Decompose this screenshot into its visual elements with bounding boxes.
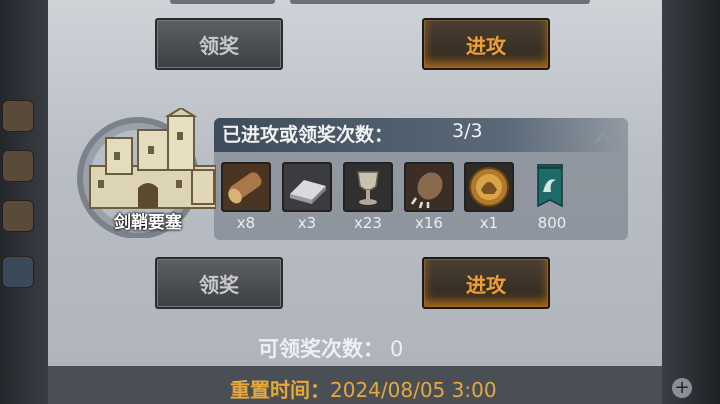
attack-button[interactable]: 进攻 [422,257,550,309]
reset-time: 重置时间：2024/08/05 3:00 [230,374,497,403]
expand-arrow-icon[interactable] [590,124,616,150]
map-icon[interactable] [2,150,34,182]
plus-icon[interactable]: + [672,378,692,398]
reset-time-label: 重置时间： [230,378,330,402]
available-claims-value: 0 [390,337,404,361]
previous-row-edge [170,0,640,6]
claim-button[interactable]: 领奖 [155,257,283,309]
goblet-icon[interactable] [343,162,393,212]
guild-banner-qty: 800 [537,214,567,232]
attack-button-label: 进攻 [466,33,506,58]
stronghold-name: 剑鞘要塞 [114,213,182,233]
wood-log-icon[interactable] [221,162,271,212]
right-sidebar [662,0,720,404]
iron-bar-icon[interactable] [282,162,332,212]
attack-button-top[interactable]: 进攻 [422,18,550,70]
reset-time-value: 2024/08/05 3:00 [330,378,497,402]
claim-button-label: 领奖 [199,272,239,297]
attack-count-value: 3/3 [452,120,483,142]
claim-button-label: 领奖 [199,33,239,58]
attack-count-label: 已进攻或领奖次数： [222,124,394,146]
iron-bar-qty: x3 [297,214,317,232]
wood-log-qty: x8 [236,214,256,232]
shield-icon[interactable] [2,200,34,232]
helmet-medal-icon[interactable] [464,162,514,212]
available-claims: 可领奖次数： 0 [258,333,403,363]
goblet-qty: x23 [354,214,382,232]
search-icon[interactable] [2,256,34,288]
beast-claw-qty: x16 [415,214,443,232]
claim-button-top[interactable]: 领奖 [155,18,283,70]
available-claims-label: 可领奖次数： [258,337,384,361]
helmet-medal-qty: x1 [479,214,499,232]
guild-banner-icon[interactable] [525,162,575,212]
scroll-icon[interactable] [2,100,34,132]
beast-claw-icon[interactable] [404,162,454,212]
attack-button-label: 进攻 [466,272,506,297]
